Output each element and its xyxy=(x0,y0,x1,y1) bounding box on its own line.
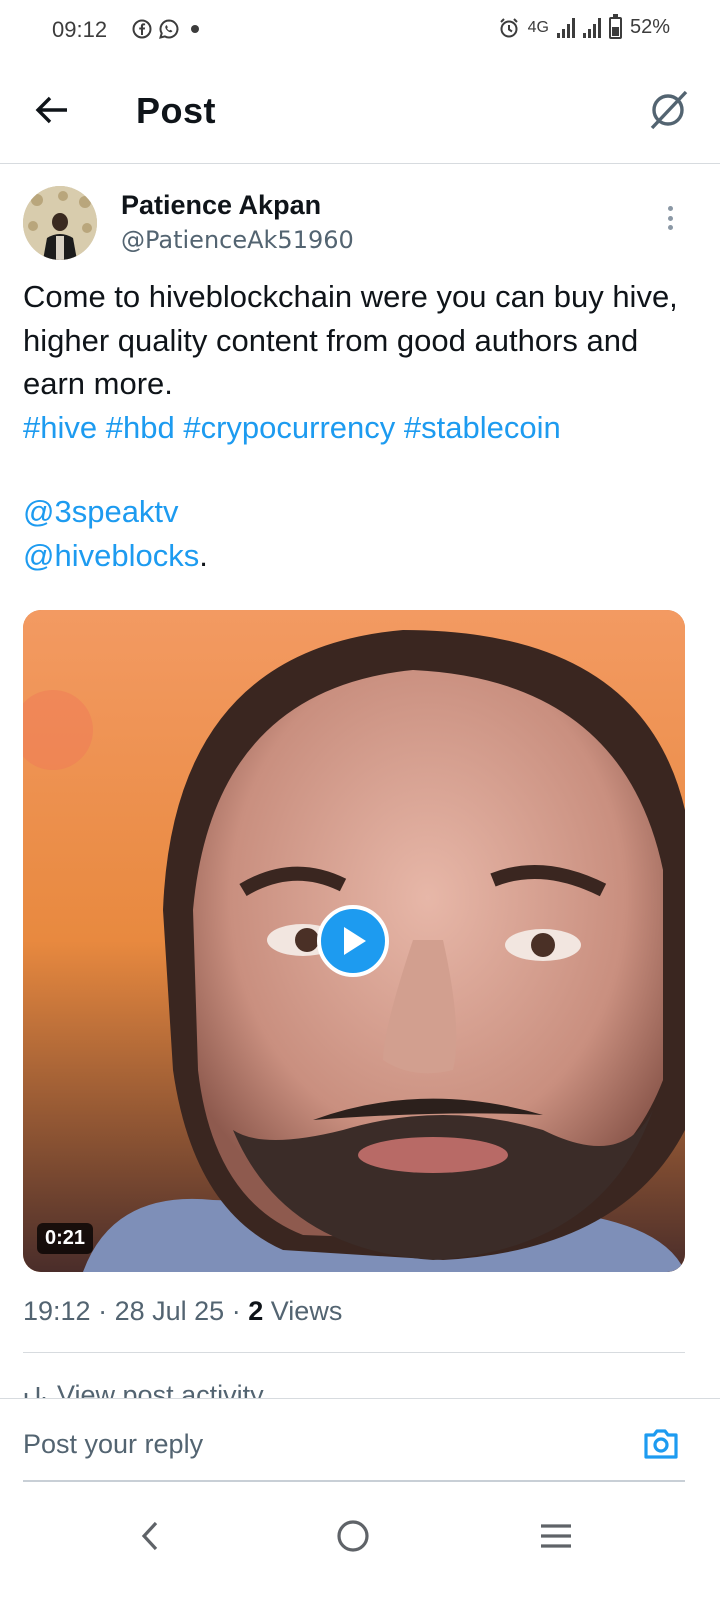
status-time: 09:12 xyxy=(52,17,108,42)
play-icon xyxy=(344,927,366,955)
hashtag-row: #hive #hbd #crypocurrency #stablecoin xyxy=(23,406,703,450)
mentions: @3speaktv @hiveblocks. xyxy=(23,490,208,577)
views-label: Views xyxy=(270,1296,343,1326)
home-icon xyxy=(337,1520,369,1552)
mention-trailing: . xyxy=(199,537,208,573)
video-duration: 0:21 xyxy=(37,1223,94,1254)
author-handle[interactable]: @PatienceAk51960 xyxy=(121,226,354,254)
more-dot xyxy=(667,206,673,211)
signal-icon xyxy=(556,17,575,38)
play-button[interactable] xyxy=(317,905,389,977)
grok-icon xyxy=(650,90,688,130)
post-date: 28 Jul 25 xyxy=(114,1296,225,1326)
dot-icon xyxy=(191,25,199,33)
status-notification-icons xyxy=(132,18,204,40)
avatar-image xyxy=(23,186,97,260)
activity-bars-icon xyxy=(24,1386,46,1398)
reply-bar: Post your reply xyxy=(0,1398,720,1482)
mention-link[interactable]: @hiveblocks xyxy=(23,538,199,573)
facebook-icon xyxy=(132,19,152,39)
divider xyxy=(23,1352,685,1353)
status-system-icons: 4G 52% xyxy=(498,13,670,39)
views-count: 2 xyxy=(248,1296,264,1326)
avatar[interactable] xyxy=(23,186,97,260)
mention-link[interactable]: @3speaktv xyxy=(23,490,208,534)
more-dot xyxy=(667,225,673,230)
network-type: 4G xyxy=(527,18,549,36)
app-header: Post xyxy=(0,62,720,164)
more-dot xyxy=(667,215,673,221)
back-button[interactable] xyxy=(30,88,74,132)
status-bar: 09:12 4G 52% xyxy=(0,0,720,62)
mention-line: @hiveblocks. xyxy=(23,538,208,573)
post-body: Come to hiveblockchain were you can buy … xyxy=(23,279,678,401)
whatsapp-icon xyxy=(159,19,179,39)
nav-back-button[interactable] xyxy=(126,1512,174,1560)
battery-level: 52% xyxy=(629,16,670,38)
nav-home-button[interactable] xyxy=(329,1512,377,1560)
meta-separator: · xyxy=(98,1296,108,1326)
meta-separator: · xyxy=(231,1296,241,1326)
back-icon xyxy=(141,1521,158,1551)
signal-icon xyxy=(582,17,601,38)
author-name[interactable]: Patience Akpan xyxy=(121,190,321,221)
hashtag-link[interactable]: #hive xyxy=(23,410,97,445)
hashtag-link[interactable]: #stablecoin xyxy=(404,410,561,445)
camera-button[interactable] xyxy=(642,1427,680,1461)
post-time: 19:12 xyxy=(23,1296,91,1326)
post-text: Come to hiveblockchain were you can buy … xyxy=(23,275,703,449)
recents-icon xyxy=(541,1524,571,1548)
camera-icon xyxy=(644,1429,678,1459)
view-post-activity[interactable]: View post activity xyxy=(23,1380,264,1398)
more-options-button[interactable] xyxy=(658,200,682,236)
system-nav-bar xyxy=(0,1482,720,1600)
page-title: Post xyxy=(136,90,217,131)
arrow-left-icon xyxy=(35,96,67,124)
hashtag-link[interactable]: #hbd xyxy=(106,410,175,445)
activity-label: View post activity xyxy=(57,1380,264,1398)
nav-recents-button[interactable] xyxy=(532,1512,580,1560)
battery-icon xyxy=(608,13,622,39)
reply-input[interactable]: Post your reply xyxy=(23,1429,203,1460)
post-meta: 19:12 · 28 Jul 25 · 2 Views xyxy=(23,1296,342,1327)
grok-button[interactable] xyxy=(644,86,692,134)
video-player[interactable]: 0:21 xyxy=(23,610,685,1272)
hashtag-link[interactable]: #crypocurrency xyxy=(183,410,395,445)
alarm-icon xyxy=(499,17,518,37)
